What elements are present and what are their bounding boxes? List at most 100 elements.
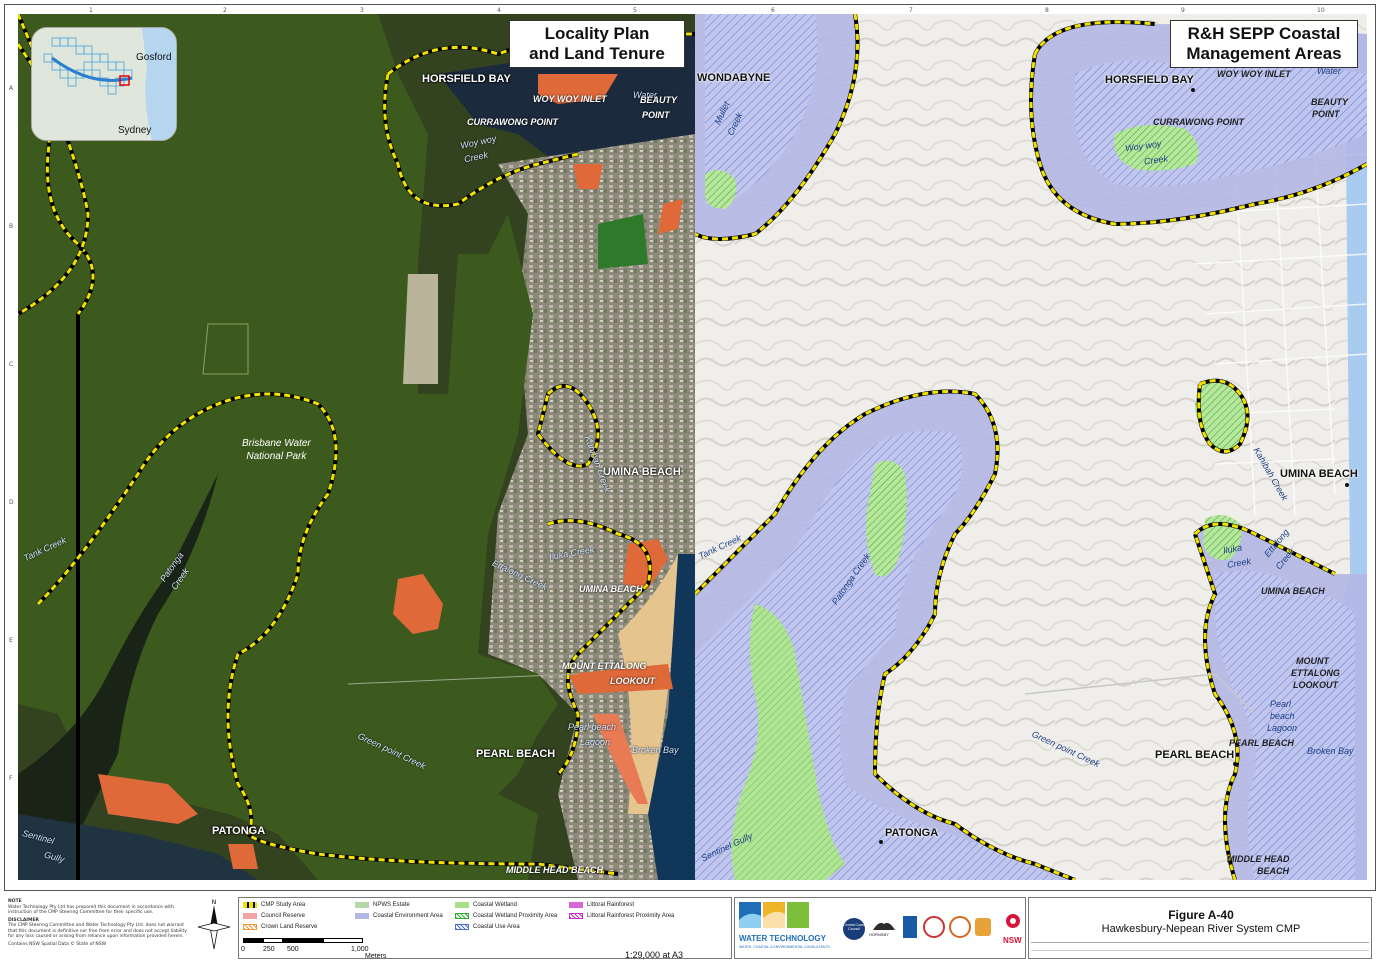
scale-tick-500: 500 xyxy=(287,946,299,953)
hornsby-text: HORNSBY xyxy=(869,932,889,937)
legend-item: Coastal Wetland Proximity Area xyxy=(455,913,557,919)
legend-swatch xyxy=(455,913,469,919)
ruler-side-d: D xyxy=(9,499,14,506)
legend-item: NPWS Estate xyxy=(355,902,410,908)
water-technology-logo xyxy=(739,902,809,928)
legend-box: CMP Study Area Council Reserve Crown Land … xyxy=(238,897,732,960)
ruler-side-f: F xyxy=(9,775,13,782)
legend-item: Coastal Environment Area xyxy=(355,913,443,919)
logos-box: WATER TECHNOLOGY WATER, COASTAL & ENVIRO… xyxy=(734,897,1026,959)
ruler-top-3: 3 xyxy=(360,7,364,14)
scale-tick-0: 0 xyxy=(241,946,245,953)
legend-label: Coastal Environment Area xyxy=(373,913,443,919)
ruler-top-10: 10 xyxy=(1317,7,1325,14)
legend-swatch xyxy=(355,913,369,919)
label-pearl-beach: PEARL BEACH xyxy=(476,748,556,760)
coastal-management-graphics xyxy=(695,14,1367,880)
inset-label-sydney: Sydney xyxy=(118,125,152,136)
nsw-text: NSW xyxy=(1003,936,1022,945)
label-broken-bay-r: Broken Bay xyxy=(1307,746,1354,756)
council-seal-logo-2 xyxy=(949,916,971,938)
legend-item: Littoral Rainforest Proximity Area xyxy=(569,913,674,919)
label-woy-woy-inlet: WOY WOY INLET xyxy=(533,94,607,104)
legend-label: Coastal Wetland Proximity Area xyxy=(473,913,558,919)
label-brisbane-water-np-2: National Park xyxy=(246,451,307,462)
ruler-top-6: 6 xyxy=(771,7,775,14)
contains-text: Contains NSW Spatial Data © State of NSW xyxy=(8,941,107,947)
label-pearl-lagoon-r2: beach xyxy=(1270,711,1295,721)
legend-label: Littoral Rainforest xyxy=(587,902,635,908)
label-pearl-lagoon-r3: Lagoon xyxy=(1267,723,1298,733)
scale-ratio: 1:29,000 at A3 xyxy=(625,950,684,960)
logo-text-subtitle: WATER, COASTAL & ENVIRONMENTAL CONSULTAN… xyxy=(739,945,830,949)
label-pearl-beach-r: PEARL BEACH xyxy=(1155,749,1235,761)
legend-label: Coastal Wetland xyxy=(473,902,517,908)
note-text: Water Technology Pty Ltd has prepared th… xyxy=(8,904,174,916)
disclaimer-text: The CMP Steering Committee and Water Tec… xyxy=(8,923,187,939)
legend-label: Council Reserve xyxy=(261,913,306,919)
label-mount-ettalong-1: MOUNT ETTALONG xyxy=(562,661,647,671)
svg-text:N: N xyxy=(212,899,217,906)
legend-swatch xyxy=(569,902,583,908)
label-patonga: PATONGA xyxy=(212,825,266,837)
legend-swatch xyxy=(569,913,583,919)
label-umina-beach-r: UMINA BEACH xyxy=(1280,468,1358,480)
left-map-title-line1: Locality Plan xyxy=(544,24,650,43)
right-map-title-line1: R&H SEPP Coastal xyxy=(1187,24,1341,43)
legend-label: CMP Study Area xyxy=(261,902,306,908)
coastal-management-map[interactable]: R&H SEPP Coastal Management Areas WONDAB… xyxy=(695,14,1367,880)
north-arrow: N xyxy=(194,897,234,959)
ruler-top-4: 4 xyxy=(497,7,501,14)
label-mount-ettalong-2: LOOKOUT xyxy=(610,676,655,686)
legend-item: CMP Study Area xyxy=(243,902,305,908)
ruler-top-7: 7 xyxy=(909,7,913,14)
north-arrow-icon: N xyxy=(197,899,231,950)
legend-swatch xyxy=(243,902,257,908)
figure-subtitle: Hawkesbury-Nepean River System CMP xyxy=(1101,923,1301,935)
hornsby-icon xyxy=(873,922,895,930)
figure-title: Figure A-40 xyxy=(1168,908,1234,922)
nsw-logo xyxy=(1003,912,1023,934)
scale-unit: Meters xyxy=(365,953,387,960)
ruler-top-9: 9 xyxy=(1181,7,1185,14)
label-beauty-r1: BEAUTY xyxy=(1311,97,1349,107)
label-middle-head-beach: MIDDLE HEAD BEACH xyxy=(506,865,604,875)
title-divider xyxy=(1031,942,1369,943)
label-brisbane-water-np-1: Brisbane Water xyxy=(242,438,311,449)
hornsby-logo xyxy=(871,918,897,932)
ruler-side-e: E xyxy=(9,637,13,644)
label-beauty-r2: POINT xyxy=(1312,109,1340,119)
locality-plan-map[interactable]: Gosford Sydney Locality Plan and Land Te… xyxy=(18,14,695,880)
logo-text-water-technology: WATER TECHNOLOGY xyxy=(739,934,826,943)
legend-swatch xyxy=(243,924,257,930)
label-horsfield-bay: HORSFIELD BAY xyxy=(422,73,511,85)
label-mount-r2: ETTALONG xyxy=(1291,668,1340,678)
legend-item: Coastal Use Area xyxy=(455,924,520,930)
legend-swatch xyxy=(355,902,369,908)
legend-item: Crown Land Reserve xyxy=(243,924,317,930)
council-logo-orange xyxy=(975,918,991,936)
title-block: Figure A-40 Hawkesbury-Nepean River Syst… xyxy=(1028,897,1372,959)
legend-label: Crown Land Reserve xyxy=(261,924,318,930)
scale-tick-1000: 1,000 xyxy=(351,946,369,953)
title-divider-2 xyxy=(1031,950,1369,951)
label-broken-bay: Broken Bay xyxy=(632,745,679,755)
label-beauty-point-2: POINT xyxy=(642,110,670,120)
ruler-side-b: B xyxy=(9,223,14,230)
legend-item: Coastal Wetland xyxy=(455,902,517,908)
label-beauty-point-1: BEAUTY xyxy=(640,95,678,105)
label-currawong-point: CURRAWONG POINT xyxy=(467,117,558,127)
legend-label: NPWS Estate xyxy=(373,902,410,908)
ruler-top-2: 2 xyxy=(223,7,227,14)
label-umina-beach-2: UMINA BEACH xyxy=(579,584,643,594)
legend-swatch xyxy=(455,924,469,930)
ruler-side-a: A xyxy=(9,85,14,92)
label-pearl-beach-lagoon-1: Pearl beach xyxy=(568,722,617,732)
label-mount-r1: MOUNT xyxy=(1296,656,1329,666)
label-wondabyne: WONDABYNE xyxy=(697,72,771,84)
inset-locator-graphics xyxy=(32,28,176,140)
map-footer: NOTE Water Technology Pty Ltd has prepar… xyxy=(4,890,1376,962)
label-middle-head-r1: MIDDLE HEAD xyxy=(1227,854,1290,864)
legend-label: Coastal Use Area xyxy=(473,924,520,930)
label-pearl-lagoon-r1: Pearl xyxy=(1270,699,1292,709)
